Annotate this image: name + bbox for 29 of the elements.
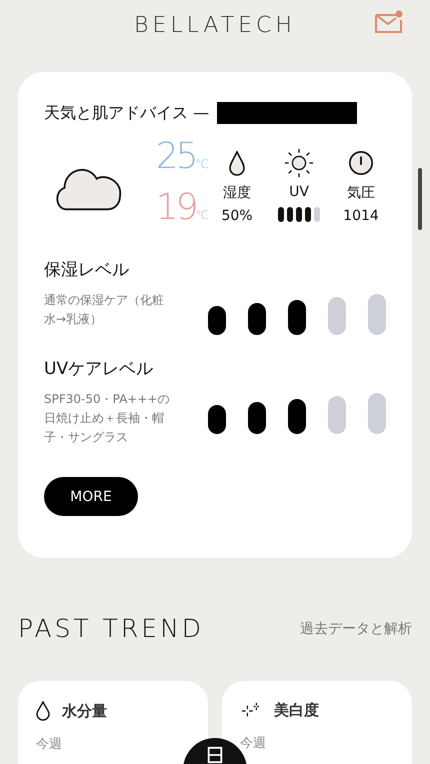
gauge-icon — [348, 148, 374, 178]
level-title: 保湿レベル — [44, 259, 130, 281]
more-button[interactable]: MORE — [44, 477, 138, 516]
low-temperature: 19℃ — [156, 186, 206, 230]
stat-label: 湿度 — [223, 184, 251, 202]
drop-icon — [228, 148, 246, 178]
trend-card[interactable]: 水分量 今週 — [18, 681, 208, 764]
section-title: PAST TREND — [18, 614, 204, 643]
stat-label: UV — [289, 184, 309, 200]
trend-card[interactable]: 美白度 今週 — [222, 681, 412, 764]
level-description: 通常の保湿ケア（化粧水→乳液） — [44, 292, 165, 328]
drop-icon — [36, 701, 50, 721]
stat-value: 50% — [221, 208, 253, 224]
sparkle-icon — [240, 702, 262, 720]
document-icon — [206, 746, 224, 764]
trend-card-title: 水分量 — [62, 702, 107, 720]
sun-icon — [284, 148, 314, 178]
card-title: 天気と肌アドバイス — — [44, 102, 210, 124]
level-description: SPF30-50・PA+++の日焼け止め＋長袖・帽子・サングラス — [44, 391, 170, 446]
high-temperature: 25℃ — [156, 135, 206, 179]
app-logo: BELLATECH — [134, 12, 296, 38]
stat-label: 気圧 — [347, 184, 375, 202]
scrollbar — [418, 168, 422, 230]
past-data-link[interactable]: 過去データと解析 — [300, 620, 412, 638]
period-label: 今週 — [36, 736, 62, 753]
level-title: UVケアレベル — [44, 358, 154, 380]
period-label: 今週 — [240, 735, 266, 752]
trend-card-title: 美白度 — [274, 701, 319, 720]
stat-value: 1014 — [343, 208, 379, 224]
